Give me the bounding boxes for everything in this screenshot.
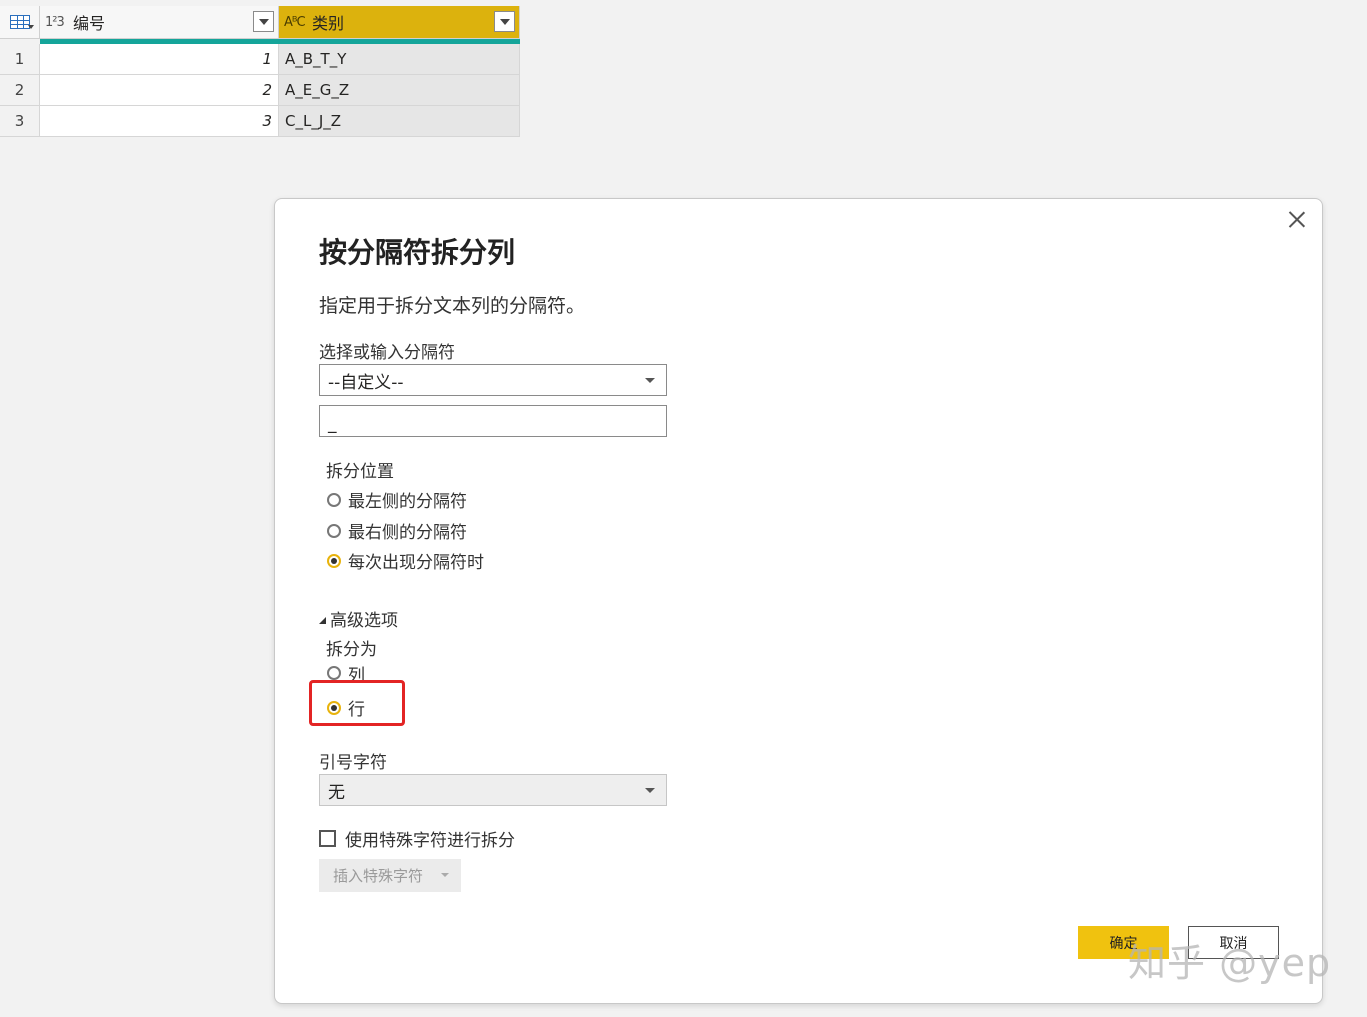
radio-button-selected[interactable] [327, 553, 341, 568]
filter-dropdown-icon[interactable] [253, 11, 274, 32]
row-index[interactable]: 3 [0, 106, 40, 137]
expand-triangle-icon [319, 616, 326, 624]
cell-category[interactable]: C_L_J_Z [279, 106, 520, 137]
radio-rightmost[interactable]: 最右侧的分隔符 [327, 518, 467, 543]
special-chars-label: 使用特殊字符进行拆分 [345, 831, 515, 851]
quote-char-label: 引号字符 [319, 753, 387, 773]
delimiter-label: 选择或输入分隔符 [319, 343, 455, 363]
split-into-label: 拆分为 [326, 640, 377, 660]
row-index[interactable]: 1 [0, 44, 40, 75]
radio-each-occurrence[interactable]: 每次出现分隔符时 [327, 548, 484, 573]
chevron-down-icon [441, 873, 449, 877]
radio-label: 每次出现分隔符时 [348, 553, 484, 573]
radio-label: 最左侧的分隔符 [348, 492, 467, 512]
advanced-options-toggle[interactable]: 高级选项 [319, 606, 398, 631]
split-column-dialog: 按分隔符拆分列 指定用于拆分文本列的分隔符。 选择或输入分隔符 --自定义-- … [274, 198, 1323, 1004]
insert-special-char-button[interactable]: 插入特殊字符 [319, 859, 461, 892]
split-position-label: 拆分位置 [326, 462, 394, 482]
delimiter-input[interactable]: _ [319, 405, 667, 437]
number-type-icon[interactable]: 1²3 [45, 15, 73, 30]
table-row: 3 3 C_L_J_Z [0, 106, 520, 137]
cell-category[interactable]: A_E_G_Z [279, 75, 520, 106]
data-grid: 1²3 编号 AᴮC 类别 1 1 A_B_T_Y 2 2 A_E_G_Z 3 … [0, 6, 520, 137]
radio-leftmost[interactable]: 最左侧的分隔符 [327, 487, 467, 512]
cell-id[interactable]: 2 [40, 75, 279, 106]
table-icon [9, 15, 30, 29]
row-index[interactable]: 2 [0, 75, 40, 106]
radio-label: 最右侧的分隔符 [348, 523, 467, 543]
text-type-icon[interactable]: AᴮC [284, 15, 312, 30]
quote-char-select-value: 无 [328, 782, 345, 803]
column-header-id[interactable]: 1²3 编号 [40, 6, 279, 39]
insert-special-char-label: 插入特殊字符 [333, 867, 424, 885]
column-header-category[interactable]: AᴮC 类别 [279, 6, 520, 39]
dialog-description: 指定用于拆分文本列的分隔符。 [319, 295, 586, 317]
cell-id[interactable]: 3 [40, 106, 279, 137]
dialog-title: 按分隔符拆分列 [319, 236, 516, 269]
annotation-highlight-box [309, 680, 405, 726]
radio-button[interactable] [327, 492, 341, 507]
advanced-options-label: 高级选项 [330, 611, 398, 631]
special-chars-option[interactable]: 使用特殊字符进行拆分 [319, 826, 515, 851]
watermark: 知乎 @yep [1128, 941, 1332, 985]
special-chars-checkbox[interactable] [319, 830, 336, 847]
delimiter-select-value: --自定义-- [328, 372, 404, 393]
filter-dropdown-icon[interactable] [494, 11, 515, 32]
radio-button[interactable] [327, 666, 341, 680]
grid-header: 1²3 编号 AᴮC 类别 [0, 6, 520, 39]
column-header-label: 类别 [312, 14, 345, 33]
chevron-down-icon [645, 788, 655, 793]
cell-id[interactable]: 1 [40, 44, 279, 75]
cell-category[interactable]: A_B_T_Y [279, 44, 520, 75]
table-row: 1 1 A_B_T_Y [0, 44, 520, 75]
table-row: 2 2 A_E_G_Z [0, 75, 520, 106]
column-header-label: 编号 [73, 14, 106, 33]
chevron-down-icon [28, 25, 34, 29]
radio-button[interactable] [327, 523, 341, 538]
quote-char-select[interactable]: 无 [319, 774, 667, 806]
chevron-down-icon [645, 378, 655, 383]
table-menu-button[interactable] [0, 6, 40, 39]
close-icon[interactable] [1286, 208, 1308, 230]
delimiter-select[interactable]: --自定义-- [319, 364, 667, 396]
